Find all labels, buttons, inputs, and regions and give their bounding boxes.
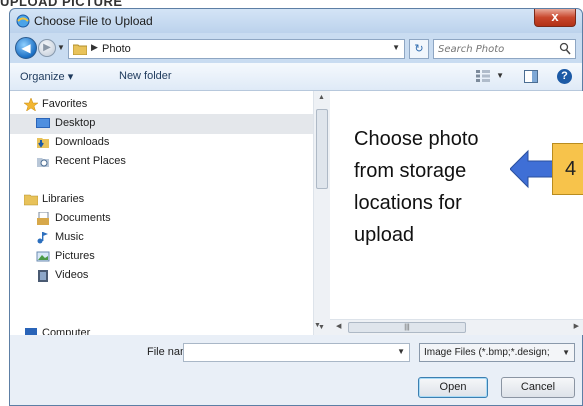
- nav-label: Pictures: [55, 250, 95, 262]
- nav-label: Documents: [55, 212, 111, 224]
- back-button[interactable]: ◀: [15, 37, 37, 59]
- nav-label: Videos: [55, 269, 89, 281]
- file-name-input[interactable]: [184, 344, 384, 361]
- chevron-down-icon[interactable]: ▼: [397, 347, 405, 356]
- help-icon[interactable]: ?: [557, 69, 572, 84]
- forward-button[interactable]: ▶: [38, 39, 56, 57]
- nav-label: Libraries: [42, 193, 85, 205]
- folder-icon: [73, 44, 87, 55]
- refresh-button[interactable]: ↻: [409, 39, 429, 59]
- scroll-left-icon[interactable]: ◀: [336, 322, 341, 330]
- file-type-select[interactable]: Image Files (*.bmp;*.design; ▼: [419, 343, 575, 362]
- browser-icon: [16, 14, 30, 28]
- nav-item-computer[interactable]: Computer: [10, 324, 313, 335]
- new-folder-button[interactable]: New folder: [119, 70, 172, 82]
- nav-item-videos[interactable]: Videos: [10, 266, 313, 286]
- window-title: Choose File to Upload: [34, 14, 153, 28]
- organize-menu[interactable]: Organize ▾: [20, 70, 73, 83]
- view-options-icon[interactable]: [476, 70, 490, 82]
- preview-pane-icon[interactable]: [524, 70, 538, 83]
- path-segment-photo[interactable]: Photo: [102, 43, 131, 55]
- nav-label: Recent Places: [55, 155, 126, 167]
- cancel-button[interactable]: Cancel: [501, 377, 575, 398]
- close-button[interactable]: x: [534, 9, 576, 27]
- search-box[interactable]: [433, 39, 576, 59]
- nav-label: Favorites: [42, 98, 88, 110]
- search-input[interactable]: [438, 42, 548, 56]
- nav-label: Desktop: [55, 117, 96, 129]
- chevron-down-icon[interactable]: ▼: [392, 43, 400, 52]
- pictures-icon: [36, 251, 50, 262]
- documents-icon: [37, 212, 49, 225]
- file-name-combobox[interactable]: ▼: [183, 343, 410, 362]
- file-list-pane[interactable]: Choose photo from storage locations for …: [330, 91, 583, 319]
- open-button[interactable]: Open: [418, 377, 488, 398]
- chevron-right-icon[interactable]: ▶: [91, 42, 98, 53]
- search-icon[interactable]: [559, 42, 571, 56]
- desktop-icon: [36, 118, 50, 128]
- step-badge: 4: [552, 143, 583, 195]
- dialog-footer: File name: ▼ Image Files (*.bmp;*.design…: [10, 335, 582, 405]
- nav-item-libraries[interactable]: Libraries: [10, 190, 313, 210]
- titlebar: Choose File to Upload x: [10, 9, 582, 33]
- address-bar: ◀ ▶ ▼ ▶ Photo ▼ ↻: [10, 33, 582, 63]
- nav-item-favorites[interactable]: Favorites: [10, 95, 313, 115]
- nav-item-desktop[interactable]: Desktop: [10, 114, 313, 134]
- chevron-down-icon[interactable]: ▼: [562, 348, 570, 357]
- scroll-thumb[interactable]: [316, 109, 328, 189]
- command-toolbar: Organize ▾ New folder ▼ ?: [10, 63, 582, 91]
- star-icon: [24, 98, 38, 111]
- scroll-up-icon[interactable]: ▲: [318, 94, 325, 101]
- music-icon: [37, 232, 48, 244]
- scroll-down-icon[interactable]: ▼: [314, 322, 321, 329]
- nav-label: Downloads: [55, 136, 110, 148]
- libraries-icon: [24, 194, 38, 206]
- scroll-right-icon[interactable]: ▶: [574, 322, 579, 330]
- nav-label: Music: [55, 231, 84, 243]
- file-dialog: Choose File to Upload x ◀ ▶ ▼ ▶ Photo ▼ …: [9, 8, 583, 406]
- downloads-icon: [37, 138, 49, 148]
- navigation-pane: Favorites Desktop Downloads Recent Place…: [10, 91, 313, 335]
- nav-item-documents[interactable]: Documents: [10, 209, 313, 229]
- computer-icon: [25, 328, 37, 335]
- videos-icon: [38, 270, 48, 282]
- nav-label: Computer: [42, 327, 91, 335]
- chevron-down-icon[interactable]: ▼: [496, 71, 504, 80]
- annotation-callout: Choose photo from storage locations for …: [354, 128, 479, 246]
- nav-item-recent-places[interactable]: Recent Places: [10, 152, 313, 172]
- nav-item-music[interactable]: Music: [10, 228, 313, 248]
- horizontal-scrollbar[interactable]: ◀ ||| ▶: [330, 319, 583, 335]
- file-type-selected: Image Files (*.bmp;*.design;: [424, 347, 550, 358]
- nav-item-pictures[interactable]: Pictures: [10, 247, 313, 267]
- history-dropdown-icon[interactable]: ▼: [57, 43, 65, 52]
- scroll-thumb[interactable]: |||: [348, 322, 466, 333]
- recent-places-icon: [37, 158, 49, 167]
- path-input[interactable]: ▶ Photo ▼: [68, 39, 405, 59]
- nav-item-downloads[interactable]: Downloads: [10, 133, 313, 153]
- navigation-scrollbar[interactable]: ▲ ▼: [313, 91, 330, 335]
